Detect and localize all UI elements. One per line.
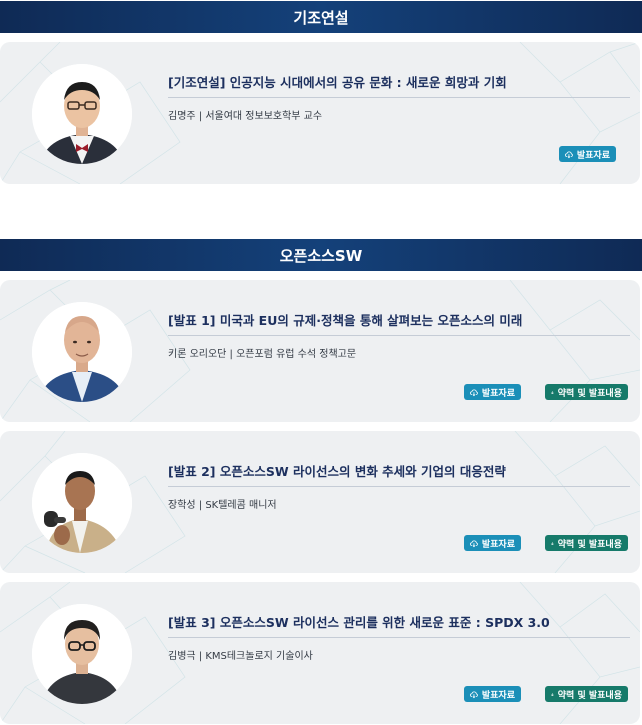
cloud-download-icon bbox=[470, 389, 478, 396]
speaker-info: 김병극 | KMS테크놀로지 기술이사 bbox=[168, 651, 313, 662]
cloud-download-icon bbox=[565, 151, 573, 158]
slides-button-label: 발표자료 bbox=[481, 690, 515, 701]
cloud-download-icon bbox=[470, 540, 478, 547]
title-divider bbox=[168, 486, 630, 487]
speaker-photo bbox=[32, 453, 132, 553]
talk-title[interactable]: [발표 3] 오픈소스SW 라이선스 관리를 위한 새로운 표준 : SPDX … bbox=[168, 612, 623, 631]
slides-button[interactable]: 발표자료 bbox=[464, 384, 521, 400]
talk-title[interactable]: [발표 1] 미국과 EU의 규제·정책을 통해 살펴보는 오픈소스의 미래 bbox=[168, 310, 623, 329]
talk-card: [기조연설] 인공지능 시대에서의 공유 문화 : 새로운 희망과 기회 김명주… bbox=[0, 42, 640, 184]
talk-card: [발표 3] 오픈소스SW 라이선스 관리를 위한 새로운 표준 : SPDX … bbox=[0, 582, 640, 724]
speaker-photo bbox=[32, 64, 132, 164]
speaker-info: 키론 오리오단 | 오픈포럼 유럽 수석 정책고문 bbox=[168, 349, 357, 360]
speaker-photo bbox=[32, 604, 132, 704]
title-divider bbox=[168, 637, 630, 638]
talk-title[interactable]: [발표 2] 오픈소스SW 라이선스의 변화 추세와 기업의 대응전략 bbox=[168, 461, 623, 480]
cloud-download-icon bbox=[470, 691, 478, 698]
profile-button[interactable]: 약력 및 발표내용 bbox=[545, 384, 628, 400]
profile-button-label: 약력 및 발표내용 bbox=[557, 388, 622, 399]
slides-button[interactable]: 발표자료 bbox=[464, 686, 521, 702]
slides-button-label: 발표자료 bbox=[481, 539, 515, 550]
slides-button-label: 발표자료 bbox=[481, 388, 515, 399]
slides-button[interactable]: 발표자료 bbox=[559, 146, 616, 162]
profile-button[interactable]: 약력 및 발표내용 bbox=[545, 535, 628, 551]
talk-title[interactable]: [기조연설] 인공지능 시대에서의 공유 문화 : 새로운 희망과 기회 bbox=[168, 72, 623, 91]
section-title: 오픈소스SW bbox=[279, 246, 363, 265]
profile-button-label: 약력 및 발표내용 bbox=[557, 539, 622, 550]
talk-card: [발표 2] 오픈소스SW 라이선스의 변화 추세와 기업의 대응전략 장학성 … bbox=[0, 431, 640, 573]
speaker-photo bbox=[32, 302, 132, 402]
talk-card: [발표 1] 미국과 EU의 규제·정책을 통해 살펴보는 오픈소스의 미래 키… bbox=[0, 280, 640, 422]
podium-icon bbox=[551, 692, 554, 696]
section-header-opensource: 오픈소스SW bbox=[0, 239, 642, 271]
slides-button-label: 발표자료 bbox=[576, 150, 610, 161]
section-title: 기조연설 bbox=[293, 8, 349, 27]
podium-icon bbox=[551, 541, 554, 545]
speaker-info: 김명주 | 서울여대 정보보호학부 교수 bbox=[168, 111, 323, 122]
podium-icon bbox=[551, 390, 554, 394]
slides-button[interactable]: 발표자료 bbox=[464, 535, 521, 551]
title-divider bbox=[168, 97, 630, 98]
speaker-info: 장학성 | SK텔레콤 매니저 bbox=[168, 500, 277, 511]
title-divider bbox=[168, 335, 630, 336]
profile-button-label: 약력 및 발표내용 bbox=[557, 690, 622, 701]
profile-button[interactable]: 약력 및 발표내용 bbox=[545, 686, 628, 702]
section-header-keynote: 기조연설 bbox=[0, 1, 642, 33]
